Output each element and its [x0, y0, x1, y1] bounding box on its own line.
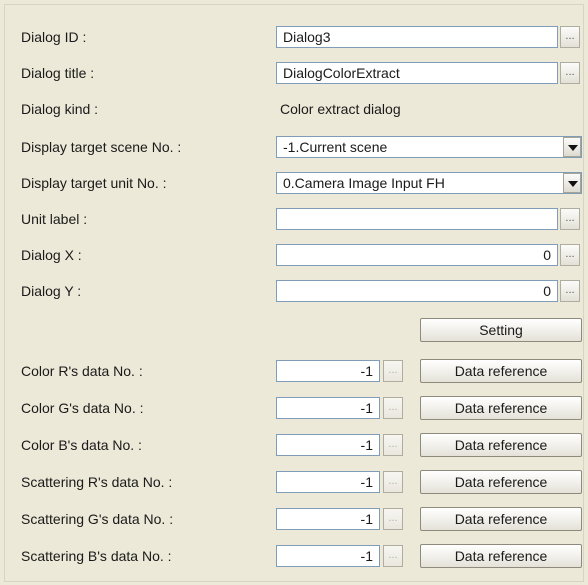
display-scene-select[interactable]: -1.Current scene — [276, 136, 582, 158]
dialog-y-field[interactable]: 0 — [276, 280, 558, 302]
chevron-down-icon[interactable] — [563, 173, 581, 193]
dialog-id-ellipsis-button[interactable]: ... — [560, 26, 580, 48]
scattering-b-data-field[interactable]: -1 — [276, 545, 380, 567]
dialog-title-ellipsis-button[interactable]: ... — [560, 62, 580, 84]
scattering-g-label: Scattering G's data No. : — [21, 511, 174, 527]
color-r-data-reference-button[interactable]: Data reference — [420, 359, 582, 383]
color-r-label: Color R's data No. : — [21, 363, 143, 379]
unit-label-ellipsis-button[interactable]: ... — [560, 208, 580, 230]
color-g-data-field[interactable]: -1 — [276, 397, 380, 419]
display-scene-label: Display target scene No. : — [21, 139, 182, 155]
dialog-title-label: Dialog title : — [21, 65, 95, 81]
dialog-title-field[interactable]: DialogColorExtract — [276, 62, 558, 84]
scattering-g-ellipsis-button[interactable]: ... — [383, 508, 403, 530]
dialog-kind-value: Color extract dialog — [280, 101, 401, 117]
scattering-b-label: Scattering B's data No. : — [21, 548, 172, 564]
color-r-ellipsis-button[interactable]: ... — [383, 360, 403, 382]
dialog-id-label: Dialog ID : — [21, 29, 87, 45]
color-b-data-reference-button[interactable]: Data reference — [420, 433, 582, 457]
chevron-down-icon[interactable] — [563, 137, 581, 157]
color-g-ellipsis-button[interactable]: ... — [383, 397, 403, 419]
color-b-label: Color B's data No. : — [21, 437, 142, 453]
display-unit-select[interactable]: 0.Camera Image Input FH — [276, 172, 582, 194]
dialog-x-label: Dialog X : — [21, 247, 82, 263]
scattering-g-data-reference-button[interactable]: Data reference — [420, 507, 582, 531]
setting-button[interactable]: Setting — [420, 318, 582, 342]
display-unit-label: Display target unit No. : — [21, 175, 167, 191]
dialog-id-field[interactable]: Dialog3 — [276, 26, 558, 48]
scattering-r-ellipsis-button[interactable]: ... — [383, 471, 403, 493]
scattering-b-ellipsis-button[interactable]: ... — [383, 545, 403, 567]
color-r-data-field[interactable]: -1 — [276, 360, 380, 382]
scattering-r-label: Scattering R's data No. : — [21, 474, 173, 490]
dialog-x-field[interactable]: 0 — [276, 244, 558, 266]
scattering-b-data-reference-button[interactable]: Data reference — [420, 544, 582, 568]
color-b-ellipsis-button[interactable]: ... — [383, 434, 403, 456]
unit-label-field[interactable] — [276, 208, 558, 230]
unit-label-label: Unit label : — [21, 211, 88, 227]
scattering-r-data-reference-button[interactable]: Data reference — [420, 470, 582, 494]
dialog-x-ellipsis-button[interactable]: ... — [560, 244, 580, 266]
dialog-y-label: Dialog Y : — [21, 283, 82, 299]
color-g-label: Color G's data No. : — [21, 400, 144, 416]
scattering-r-data-field[interactable]: -1 — [276, 471, 380, 493]
scattering-g-data-field[interactable]: -1 — [276, 508, 380, 530]
dialog-kind-label: Dialog kind : — [21, 101, 99, 117]
color-b-data-field[interactable]: -1 — [276, 434, 380, 456]
dialog-y-ellipsis-button[interactable]: ... — [560, 280, 580, 302]
color-g-data-reference-button[interactable]: Data reference — [420, 396, 582, 420]
